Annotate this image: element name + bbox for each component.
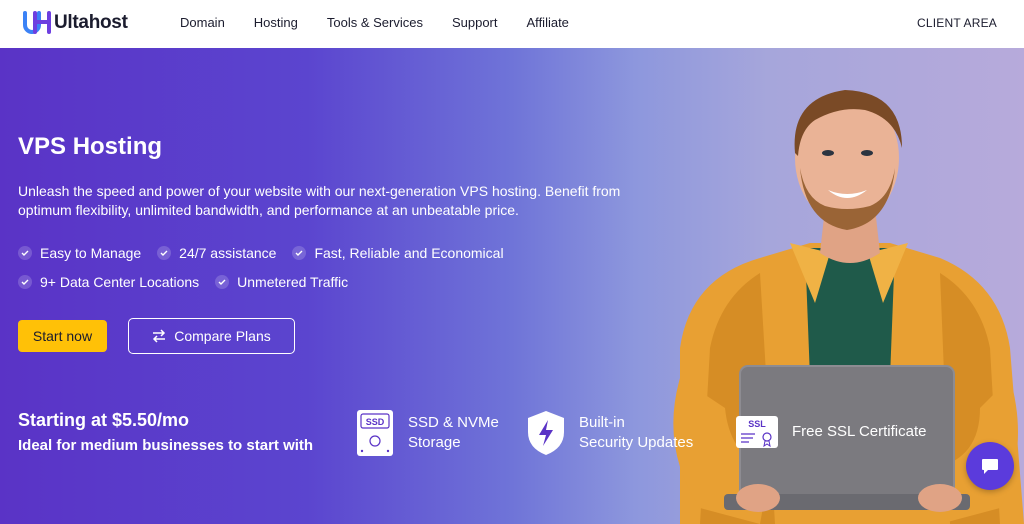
feature-row: 9+ Data Center Locations Unmetered Traff… xyxy=(18,273,618,290)
badge-line-1: SSD & NVMe xyxy=(408,414,499,431)
page-title: VPS Hosting xyxy=(18,133,163,160)
security-updates-badge: Built-in Security Updates xyxy=(527,410,693,456)
feature-label: 24/7 assistance xyxy=(179,244,277,261)
badge-line-1: Built-in xyxy=(579,414,625,431)
feature-label: 9+ Data Center Locations xyxy=(40,273,200,290)
ssd-icon: SSD xyxy=(357,410,393,456)
ssd-icon-label: SSD xyxy=(366,417,385,427)
check-icon xyxy=(292,245,307,260)
price-subtitle: Ideal for medium businesses to start wit… xyxy=(18,437,314,454)
ssd-storage-badge: SSD SSD & NVMe Storage xyxy=(356,409,499,457)
compare-plans-button[interactable]: Compare Plans xyxy=(128,318,295,354)
check-icon xyxy=(215,274,230,289)
hero-description: Unleash the speed and power of your webs… xyxy=(18,183,621,218)
nav-hosting[interactable]: Hosting xyxy=(254,15,298,30)
feature-item: Fast, Reliable and Economical xyxy=(292,244,504,261)
check-icon xyxy=(18,245,32,260)
ssl-certificate-icon: SSL xyxy=(736,416,778,448)
nav-affiliate[interactable]: Affiliate xyxy=(527,15,569,30)
check-icon xyxy=(18,274,32,289)
feature-item: 9+ Data Center Locations xyxy=(18,274,199,290)
chat-button[interactable] xyxy=(966,442,1014,490)
top-header: Ultahost Domain Hosting Tools & Services… xyxy=(0,0,1024,48)
main-nav: Domain Hosting Tools & Services Support … xyxy=(180,15,598,30)
feature-item: Unmetered Traffic xyxy=(215,274,348,290)
compare-plans-label: Compare Plans xyxy=(174,328,271,344)
logo-mark-icon xyxy=(22,10,52,36)
feature-label: Easy to Manage xyxy=(40,244,142,261)
nav-tools-services[interactable]: Tools & Services xyxy=(327,15,423,30)
hero-section: VPS Hosting Unleash the speed and power … xyxy=(0,48,1024,524)
shield-bolt-icon xyxy=(528,411,564,455)
ssl-icon-label: SSL xyxy=(748,419,766,429)
ssl-certificate-badge: SSL Free SSL Certificate xyxy=(735,415,927,449)
feature-item: Easy to Manage xyxy=(18,245,141,261)
badge-line-2: Storage xyxy=(408,434,461,451)
check-icon xyxy=(157,245,172,260)
feature-row: Easy to Manage 24/7 assistance Fast, Rel… xyxy=(18,244,618,261)
brand-name: Ultahost xyxy=(54,12,128,33)
badge-line-2: Security Updates xyxy=(579,434,694,451)
feature-label: Unmetered Traffic xyxy=(237,273,349,290)
client-area-link[interactable]: CLIENT AREA xyxy=(917,16,997,30)
feature-label: Fast, Reliable and Economical xyxy=(314,244,504,261)
badge-line-1: Free SSL Certificate xyxy=(792,423,927,440)
feature-list: Easy to Manage 24/7 assistance Fast, Rel… xyxy=(18,244,618,302)
nav-support[interactable]: Support xyxy=(452,15,498,30)
nav-domain[interactable]: Domain xyxy=(180,15,225,30)
start-now-button[interactable]: Start now xyxy=(18,320,107,352)
starting-price: Starting at $5.50/mo xyxy=(18,410,190,430)
swap-arrows-icon xyxy=(153,329,166,343)
brand-logo[interactable]: Ultahost xyxy=(22,10,128,36)
chat-bubble-icon xyxy=(982,459,998,474)
feature-item: 24/7 assistance xyxy=(157,245,276,261)
hero-person-image xyxy=(673,90,1024,524)
